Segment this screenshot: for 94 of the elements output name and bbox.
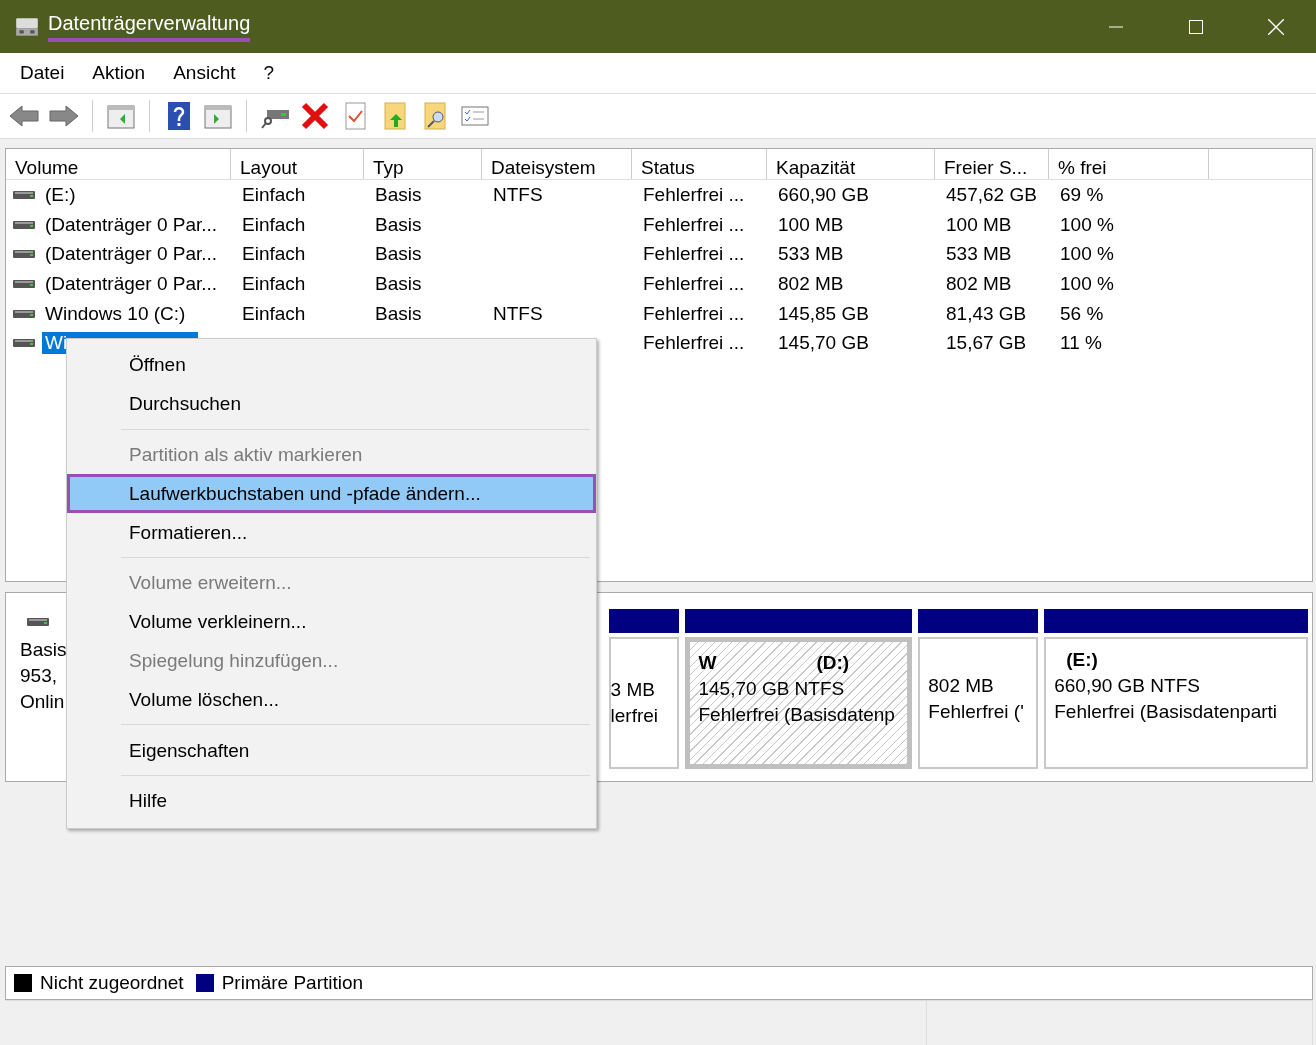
table-cell: Fehlerfrei ... [643,302,745,325]
table-cell: 100 MB [946,213,1012,236]
table-cell: 100 % [1060,213,1114,236]
menu-item[interactable]: Aktion [78,62,160,84]
partition[interactable]: W (D:) 145,70 GB NTFS Fehlerfrei (Basisdatenp [685,637,913,769]
table-cell: 145,70 GB [778,332,869,355]
table-cell: 533 MB [946,243,1012,266]
partition-size: 3 MB [610,679,656,701]
table-cell: 11 % [1060,332,1102,355]
table-cell: Fehlerfrei ... [643,183,745,206]
disk-info-text: 953, [20,665,58,687]
table-cell: Basis [375,272,422,295]
menu-item[interactable]: ? [249,62,289,84]
partition-status: Fehlerfrei (Basisdatenparti [1054,701,1279,723]
menu-item[interactable]: Ansicht [159,62,250,84]
table-cell: Fehlerfrei ... [643,272,745,295]
table-cell[interactable]: (Datenträger 0 Par... [42,243,221,266]
menu-item[interactable]: Datei [6,62,79,84]
partition[interactable]: 802 MB Fehlerfrei (' [918,637,1039,769]
context-menu-item[interactable]: Hilfe [67,781,596,821]
column-header[interactable]: Kapazität [767,149,935,179]
column-header[interactable]: Freier S... [935,149,1049,179]
column-header[interactable]: Volume [6,149,231,179]
partition-status: Fehlerfrei (Basisdatenp [698,704,896,726]
context-menu-item[interactable]: Öffnen [67,346,596,385]
maximize-icon [1189,19,1203,34]
context-menu-item[interactable]: Eigenschaften [67,731,596,770]
partition-status: Fehlerfrei (' [928,701,1025,723]
partition-size: 145,70 GB NTFS [698,678,846,700]
partition-header [608,609,680,633]
table-cell: Basis [375,243,422,266]
table-cell: Einfach [242,302,306,325]
drive-icon [12,337,36,350]
table-cell: 15,67 GB [946,332,1027,355]
table-cell: NTFS [493,183,543,206]
disk-info-text: Basis [20,639,68,661]
partition-status: lerfrei [610,705,660,727]
context-menu-item[interactable]: Formatieren... [67,513,596,552]
table-cell: NTFS [493,302,543,325]
table-cell: 533 MB [778,243,844,266]
table-cell: 660,90 GB [778,183,869,206]
table-cell: Einfach [242,213,306,236]
table-cell: 802 MB [778,272,844,295]
delete-icon[interactable] [299,100,331,132]
table-cell: 69 % [1060,183,1104,206]
partition-size: 660,90 GB NTFS [1054,675,1201,697]
table-cell: 457,62 GB [946,183,1037,206]
drive-icon [12,188,36,201]
table-cell: Einfach [242,243,306,266]
disk-info-text: Onlin [20,691,66,713]
table-cell: Einfach [242,183,306,206]
context-menu-item[interactable]: Laufwerkbuchstaben und -pfade ändern... [67,474,596,514]
table-cell: 56 % [1060,302,1104,325]
window-title: Datenträgerverwaltung [48,11,251,42]
drive-icon [12,218,36,231]
partition[interactable]: 3 MB lerfrei [608,637,680,769]
table-cell: 100 % [1060,272,1114,295]
drive-letter: (E:) [1066,649,1098,671]
drive-icon [12,248,36,261]
table-cell: Fehlerfrei ... [643,332,745,355]
table-cell: 81,43 GB [946,302,1027,325]
table-cell: 145,85 GB [778,302,869,325]
table-cell: 100 MB [778,213,844,236]
table-cell[interactable]: (E:) [42,183,79,206]
table-cell: 802 MB [946,272,1012,295]
partition[interactable]: (E:) 660,90 GB NTFS Fehlerfrei (Basisdatenparti [1044,637,1308,769]
context-menu-item[interactable]: Volume verkleinern... [67,602,596,642]
legend-label: Nicht zugeordnet [40,972,184,994]
table-cell: Basis [375,183,422,206]
partition-size: 802 MB [928,675,995,697]
partition-name: W [698,652,717,674]
column-header[interactable]: % frei [1049,149,1209,179]
table-cell[interactable]: Windows 10 (C:) [42,302,189,325]
legend-label: Primäre Partition [221,972,364,994]
table-cell: Einfach [242,272,306,295]
column-header[interactable]: Layout [231,149,364,179]
table-cell: Basis [375,302,422,325]
drive-icon [12,307,36,320]
minimize-icon [1109,25,1123,28]
table-cell: 100 % [1060,243,1114,266]
table-cell[interactable]: (Datenträger 0 Par... [42,213,221,236]
table-cell: Fehlerfrei ... [643,243,745,266]
table-cell[interactable]: (Datenträger 0 Par... [42,272,221,295]
context-menu-item[interactable]: Volume löschen... [67,680,596,720]
context-menu-item[interactable]: Durchsuchen [67,384,596,424]
table-cell: Basis [375,213,422,236]
drive-letter: (D:) [816,652,850,674]
column-header[interactable]: Dateisystem [482,149,632,179]
column-header[interactable]: Status [632,149,767,179]
drive-icon [26,616,50,628]
column-header[interactable]: Typ [364,149,482,179]
close-icon [1268,18,1284,35]
table-cell: Fehlerfrei ... [643,213,745,236]
drive-icon [12,277,36,290]
